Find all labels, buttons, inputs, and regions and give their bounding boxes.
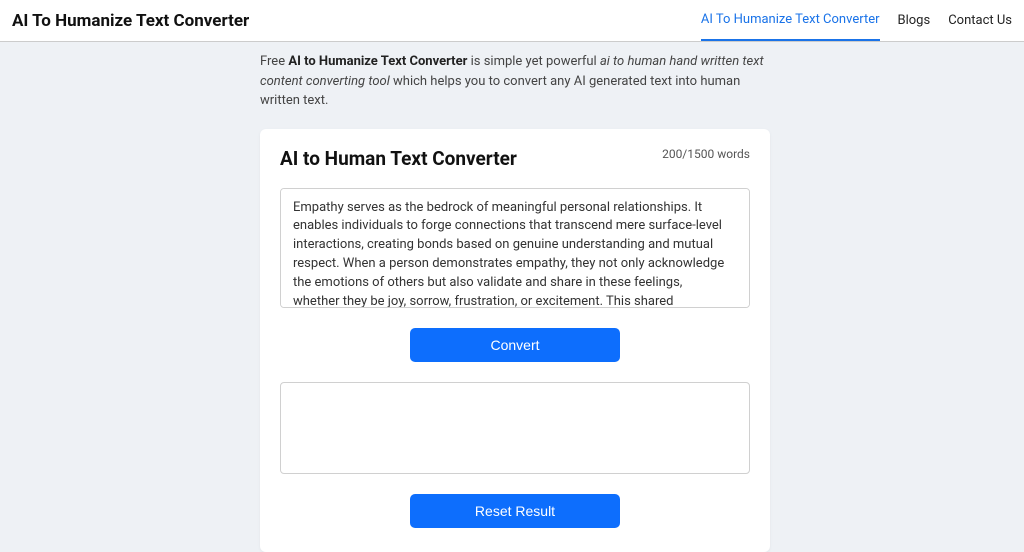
- card-title: AI to Human Text Converter: [280, 147, 517, 170]
- word-count: 200/1500 words: [662, 147, 750, 161]
- output-box: [280, 382, 750, 474]
- intro-mid1: is simple yet powerful: [467, 54, 600, 69]
- card-header: AI to Human Text Converter 200/1500 word…: [280, 147, 750, 170]
- input-textarea-wrap: [280, 188, 750, 308]
- intro-text: Free AI to Humanize Text Converter is si…: [260, 52, 770, 111]
- converter-card: AI to Human Text Converter 200/1500 word…: [260, 129, 770, 552]
- nav-contact[interactable]: Contact Us: [948, 0, 1012, 41]
- intro-prefix: Free: [260, 54, 288, 69]
- convert-button[interactable]: Convert: [410, 328, 620, 362]
- nav-blogs[interactable]: Blogs: [898, 0, 931, 41]
- nav-converter[interactable]: AI To Humanize Text Converter: [701, 0, 880, 41]
- content: Free AI to Humanize Text Converter is si…: [0, 42, 1024, 552]
- intro-bold: AI to Humanize Text Converter: [288, 54, 467, 69]
- nav: AI To Humanize Text Converter Blogs Cont…: [701, 0, 1012, 41]
- reset-button[interactable]: Reset Result: [410, 494, 620, 528]
- page-title: AI To Humanize Text Converter: [12, 11, 249, 31]
- header: AI To Humanize Text Converter AI To Huma…: [0, 0, 1024, 42]
- input-textarea[interactable]: [281, 189, 749, 307]
